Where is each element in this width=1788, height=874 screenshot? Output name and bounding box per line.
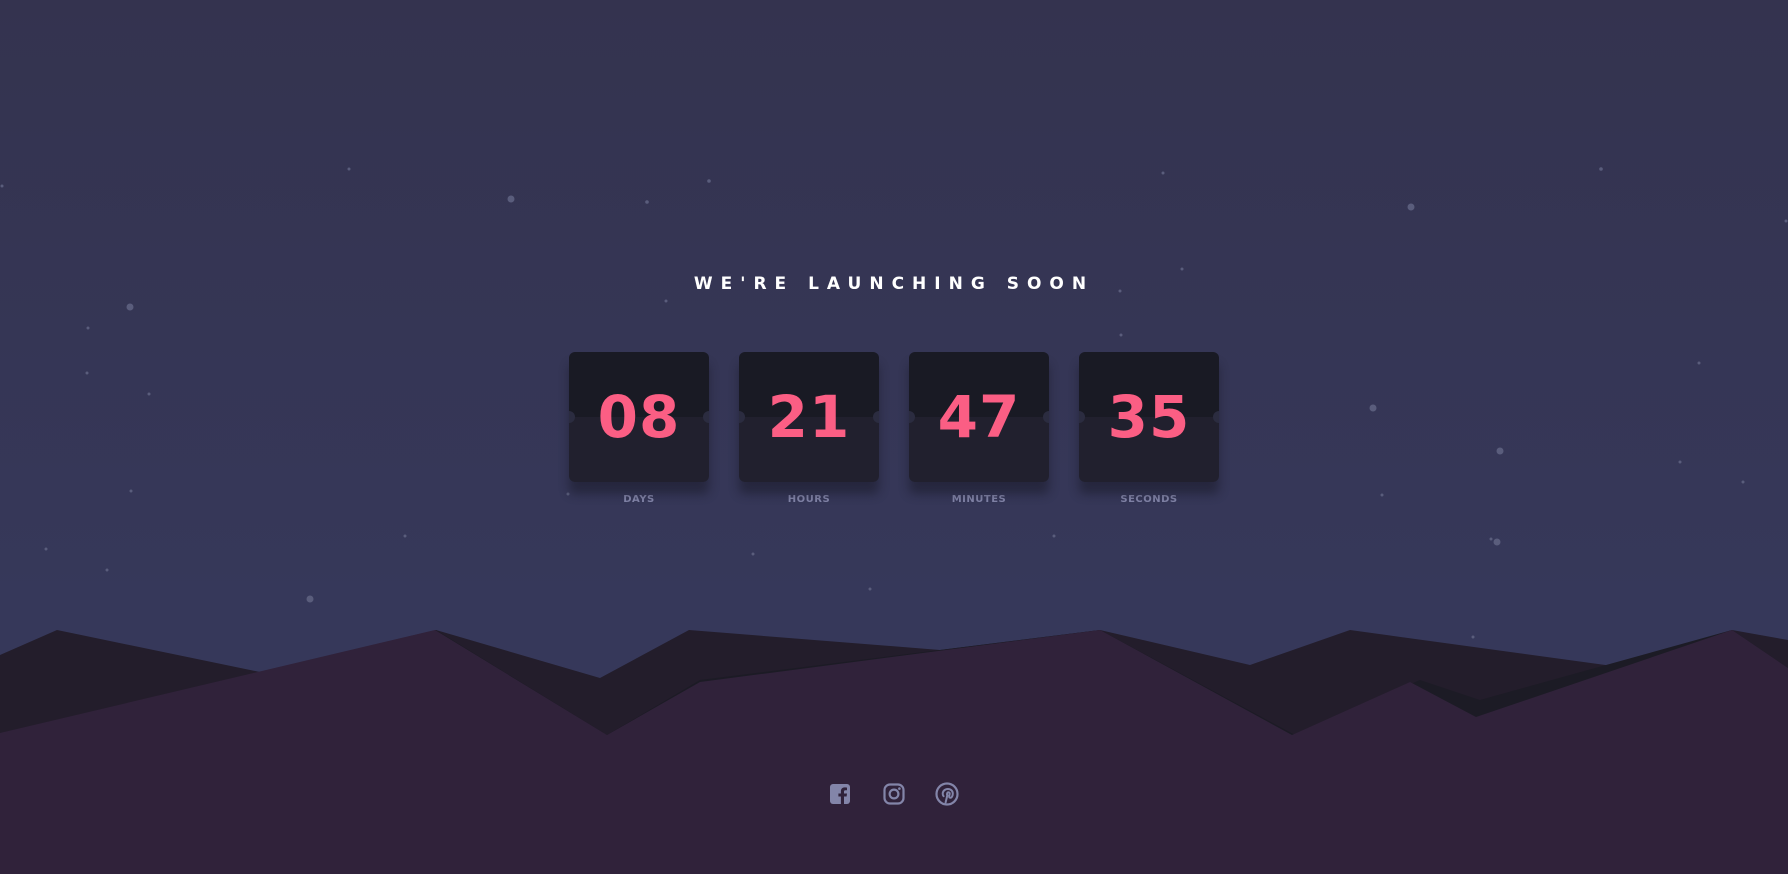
instagram-icon[interactable] bbox=[882, 782, 906, 806]
page: WE'RE LAUNCHING SOON 08 DAYS 21 HOURS 47… bbox=[0, 0, 1788, 874]
minutes-label: MINUTES bbox=[951, 494, 1007, 505]
countdown-hours: 21 HOURS bbox=[739, 352, 879, 505]
flip-card: 21 bbox=[739, 352, 879, 482]
hours-label: HOURS bbox=[787, 494, 831, 505]
countdown-minutes: 47 MINUTES bbox=[909, 352, 1049, 505]
hours-value: 21 bbox=[767, 383, 851, 451]
countdown-timer: 08 DAYS 21 HOURS 47 MINUTES 35 SECONDS bbox=[569, 352, 1219, 512]
flip-card: 35 bbox=[1079, 352, 1219, 482]
flip-card: 08 bbox=[569, 352, 709, 482]
countdown-days: 08 DAYS bbox=[569, 352, 709, 505]
countdown-seconds: 35 SECONDS bbox=[1079, 352, 1219, 505]
flip-card: 47 bbox=[909, 352, 1049, 482]
social-links bbox=[828, 782, 960, 806]
days-value: 08 bbox=[597, 383, 681, 451]
seconds-label: SECONDS bbox=[1120, 494, 1178, 505]
days-label: DAYS bbox=[623, 494, 655, 505]
facebook-icon[interactable] bbox=[828, 782, 852, 806]
minutes-value: 47 bbox=[937, 383, 1021, 451]
seconds-value: 35 bbox=[1107, 383, 1191, 451]
hills-background bbox=[0, 630, 1788, 874]
pinterest-icon[interactable] bbox=[935, 782, 959, 806]
page-title: WE'RE LAUNCHING SOON bbox=[693, 274, 1095, 294]
